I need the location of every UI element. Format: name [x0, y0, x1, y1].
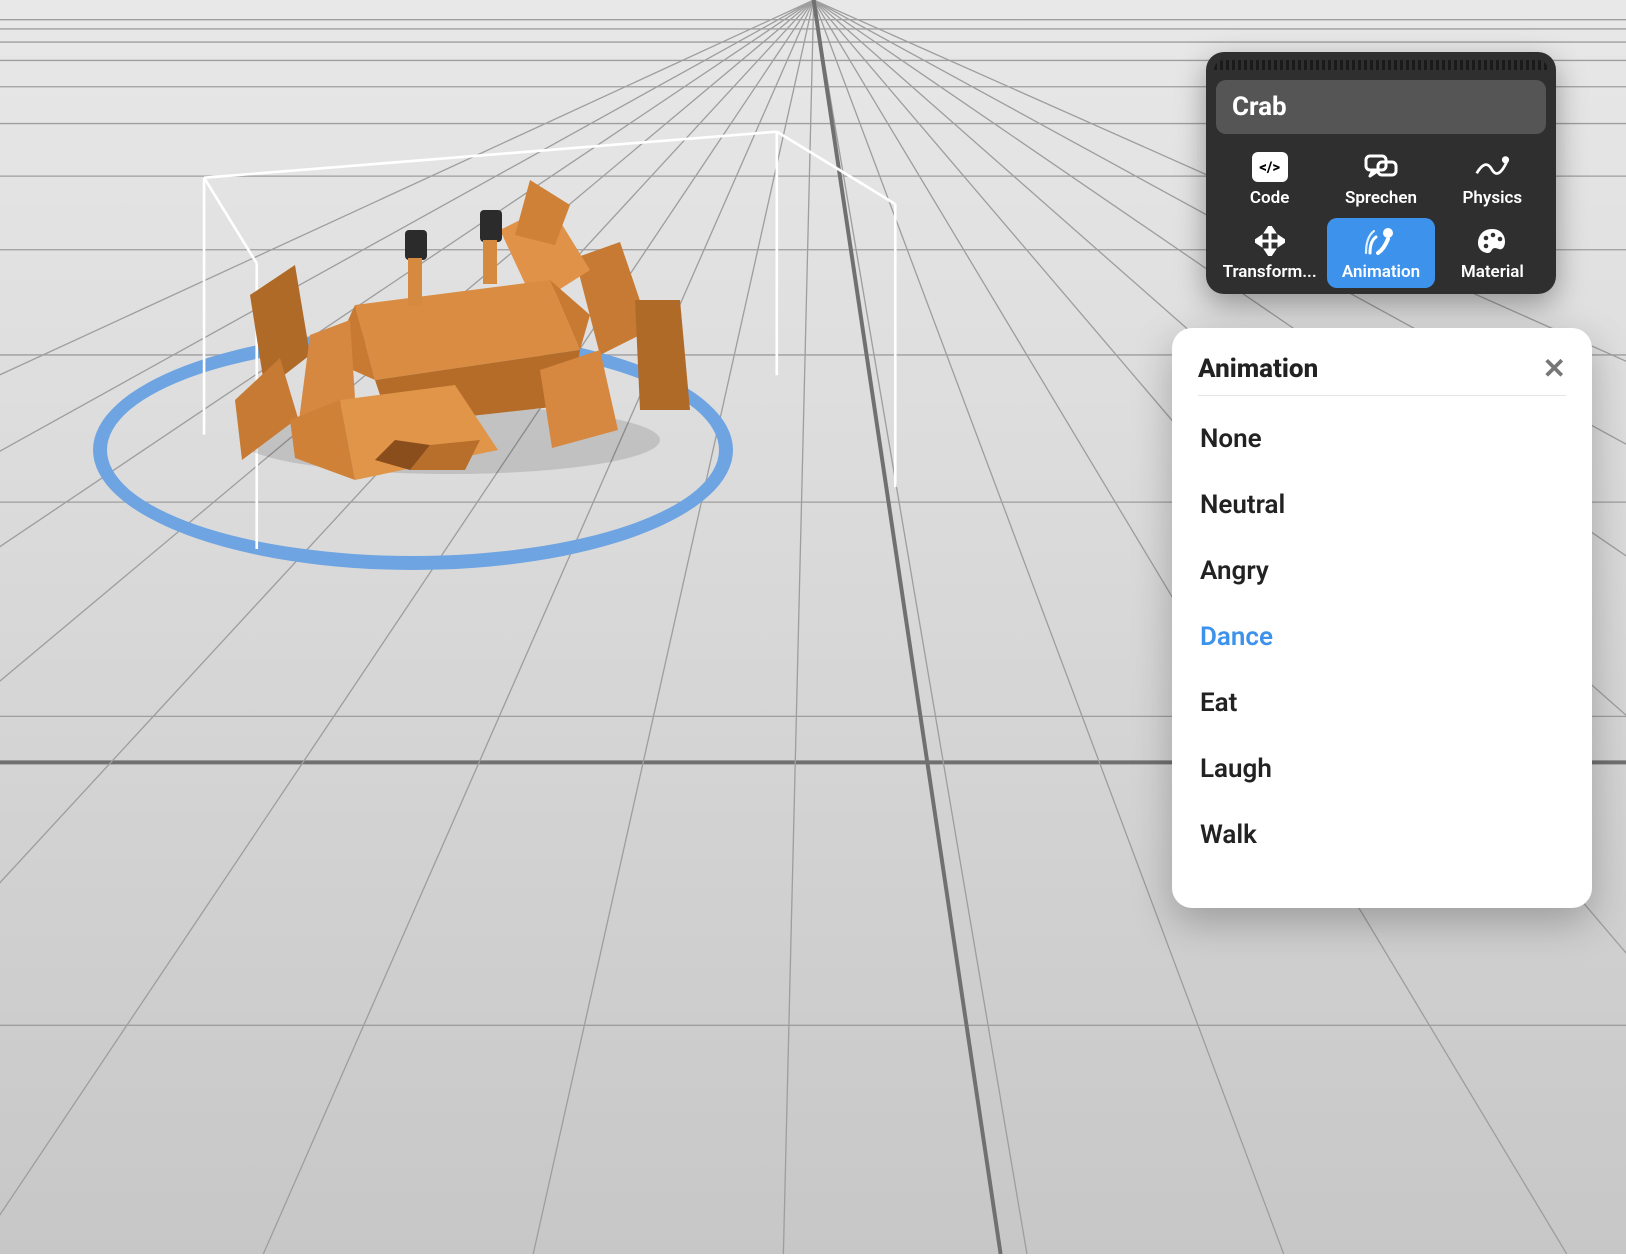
- speech-icon: [1363, 152, 1399, 182]
- tab-transform[interactable]: Transform...: [1216, 218, 1323, 288]
- inspector-panel[interactable]: Crab </> Code Sprechen Physics: [1206, 52, 1556, 294]
- physics-icon: [1474, 152, 1510, 182]
- animation-icon: [1363, 226, 1399, 256]
- move-icon: [1252, 226, 1288, 256]
- animation-option[interactable]: Neutral: [1198, 472, 1566, 538]
- animation-option[interactable]: None: [1198, 406, 1566, 472]
- animation-options: None Neutral Angry Dance Eat Laugh Walk: [1198, 406, 1566, 868]
- tab-label: Code: [1250, 188, 1289, 208]
- tab-physics[interactable]: Physics: [1439, 144, 1546, 214]
- tab-label: Material: [1461, 262, 1524, 282]
- close-icon[interactable]: ✕: [1543, 352, 1566, 385]
- animation-option[interactable]: Laugh: [1198, 736, 1566, 802]
- palette-icon: [1474, 226, 1510, 256]
- object-name-field[interactable]: Crab: [1216, 80, 1546, 134]
- tab-code[interactable]: </> Code: [1216, 144, 1323, 214]
- tab-animation[interactable]: Animation: [1327, 218, 1434, 288]
- tab-label: Sprechen: [1345, 188, 1417, 208]
- inspector-tabs: </> Code Sprechen Physics Transform.: [1216, 144, 1546, 288]
- tab-label: Physics: [1463, 188, 1523, 208]
- popover-title: Animation: [1198, 354, 1318, 384]
- tab-speak[interactable]: Sprechen: [1327, 144, 1434, 214]
- code-icon: </>: [1252, 152, 1288, 182]
- viewport-3d[interactable]: Crab </> Code Sprechen Physics: [0, 0, 1626, 1254]
- tab-material[interactable]: Material: [1439, 218, 1546, 288]
- animation-popover[interactable]: Animation ✕ None Neutral Angry Dance Eat…: [1172, 328, 1592, 908]
- animation-option[interactable]: Walk: [1198, 802, 1566, 868]
- tab-label: Animation: [1342, 262, 1420, 282]
- animation-option[interactable]: Angry: [1198, 538, 1566, 604]
- animation-option[interactable]: Eat: [1198, 670, 1566, 736]
- tab-label: Transform...: [1223, 262, 1317, 282]
- drag-handle[interactable]: [1214, 60, 1548, 70]
- animation-option[interactable]: Dance: [1198, 604, 1566, 670]
